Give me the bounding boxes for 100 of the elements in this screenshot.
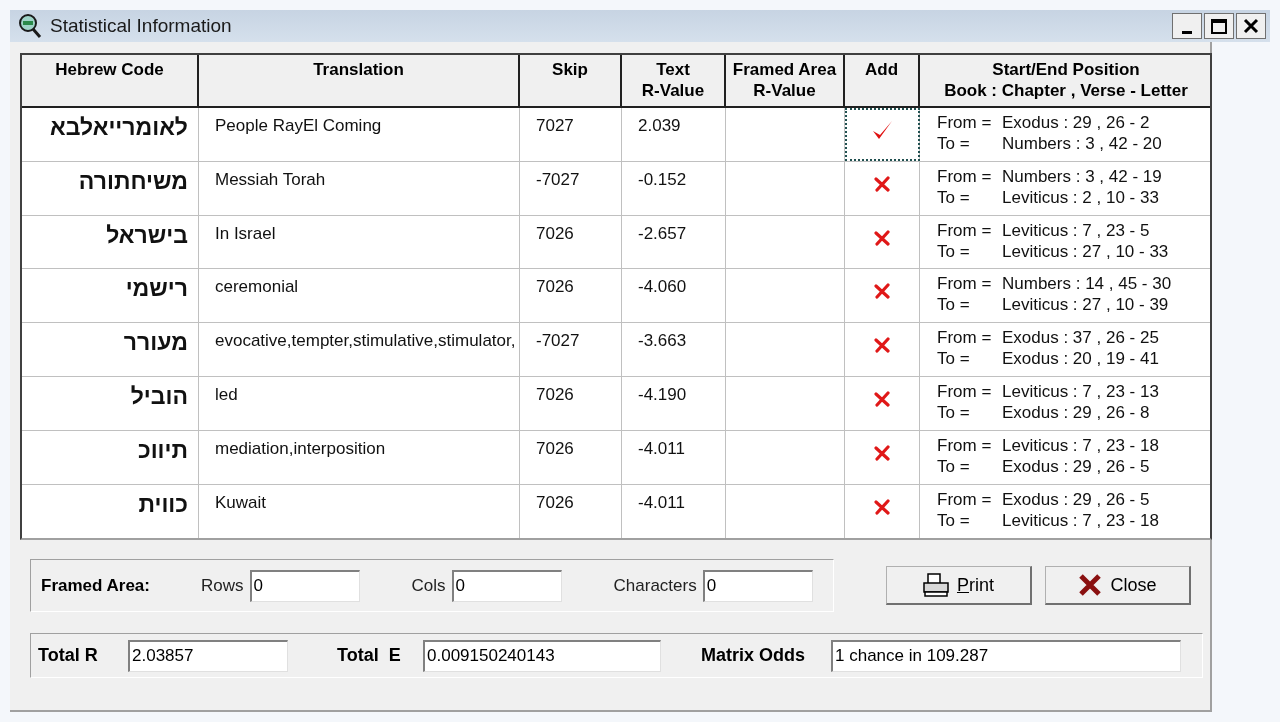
table-cell: 2.039 [622,108,726,161]
maximize-icon [1211,18,1227,34]
table-cell: הוביל [22,377,199,430]
table-cell: -4.011 [622,430,726,484]
position-label: To = [937,294,971,316]
position-value: Leviticus : 7 , 23 - 13 [1002,381,1159,402]
position-value: Numbers : 14 , 45 - 30 [1002,273,1172,295]
table-cell: led [199,377,520,430]
position-value: Leviticus : 7 , 23 - 18 [1002,509,1159,531]
table-cell: -4.060 [622,269,726,323]
column-header[interactable]: Hebrew Code [22,55,199,106]
table-cell: Messiah Torah [199,161,520,215]
column-header[interactable]: Start/End Position Book : Chapter , Verse - Letter [920,55,1212,106]
close-icon [1243,18,1259,34]
total-label: Total R [38,644,99,668]
input-field[interactable]: 0 [451,569,562,602]
position-value: Exodus : 29 , 26 - 2 [1002,112,1150,133]
table-cell: ceremonial [199,269,520,323]
position-label: To = [937,455,971,477]
close-dialog-button[interactable]: Close [1045,566,1191,606]
total-label: Total E [337,644,402,668]
position-value: Leviticus : 2 , 10 - 33 [1002,186,1159,208]
position-label: From = [937,112,993,133]
table-cell: -0.152 [622,161,726,215]
input-field[interactable]: 0.009150240143 [423,639,661,672]
position-value: Exodus : 29 , 26 - 5 [1002,488,1150,510]
position-label: From = [937,165,993,187]
table-cell: -4.011 [622,484,726,539]
position-value: Leviticus : 27 , 10 - 39 [1002,294,1169,316]
input-field[interactable]: 0 [249,569,360,602]
close-icon [1078,573,1103,598]
group-label: Framed Area: [41,575,151,598]
input-field[interactable]: 1 chance in 109.287 [831,639,1181,672]
column-header[interactable]: Translation [199,55,520,106]
cross-icon [874,391,890,407]
table-cell: רישמי [22,269,199,323]
position-label: To = [937,186,971,208]
input-field[interactable]: 0 [702,569,813,602]
table-cell: 7027 [520,108,622,161]
field-label: Cols [411,575,446,598]
column-header[interactable]: Add [845,55,920,106]
table-cell: -7027 [520,323,622,376]
position-value: Leviticus : 7 , 23 - 5 [1002,219,1150,241]
table-cell: People RayEl Coming [199,108,520,161]
table-cell: In Israel [199,215,520,269]
field-label: Characters [613,575,697,598]
cross-icon [874,337,890,354]
printer-icon [923,573,949,598]
position-label: From = [937,273,993,295]
column-header[interactable]: Skip [520,55,622,106]
table-cell: 7026 [520,430,622,484]
minimize-button[interactable] [1172,13,1202,39]
table-cell: evocative,tempter,stimulative,stimulator, [199,323,520,376]
table-cell: לאומרייאלבא [22,108,199,161]
cross-icon [874,283,890,300]
position-label: From = [937,219,993,241]
position-value: Exodus : 20 , 19 - 41 [1002,348,1159,370]
close-button[interactable] [1236,13,1266,39]
position-value: Leviticus : 7 , 23 - 18 [1002,434,1159,456]
column-header[interactable]: Framed Area R-Value [726,55,845,106]
position-label: From = [937,381,993,402]
table-cell: -4.190 [622,377,726,430]
magnifier-icon [18,13,42,39]
column-header[interactable]: Text R-Value [622,55,726,106]
position-label: From = [937,434,993,456]
table-cell: 7026 [520,484,622,539]
cross-icon [874,498,890,515]
table-cell: תיווכ [22,430,199,484]
cross-icon [874,229,890,246]
window-title: Statistical Information [50,13,232,38]
table-cell: בישראל [22,215,199,269]
minimize-icon [1182,31,1192,34]
position-label: To = [937,509,971,531]
position-label: To = [937,240,971,262]
input-field[interactable]: 2.03857 [128,639,288,672]
table-cell: כווית [22,484,199,539]
table-cell: משיחתורה [22,161,199,215]
table-cell: 7026 [520,215,622,269]
table-cell: mediation,interposition [199,430,520,484]
position-label: To = [937,348,971,370]
table-cell[interactable] [845,108,920,161]
position-label: To = [937,133,971,154]
position-value: Exodus : 37 , 26 - 25 [1002,327,1159,349]
position-label: To = [937,402,971,423]
field-label: Rows [201,575,244,598]
position-label: From = [937,488,993,510]
table-cell: 7026 [520,377,622,430]
position-value: Exodus : 29 , 26 - 8 [1002,402,1150,423]
maximize-button[interactable] [1204,13,1234,39]
position-value: Leviticus : 27 , 10 - 33 [1002,240,1169,262]
position-value: Exodus : 29 , 26 - 5 [1002,455,1150,477]
table-cell: -3.663 [622,323,726,376]
total-label: Matrix Odds [701,644,807,668]
table-cell: 7026 [520,269,622,323]
table-cell: -7027 [520,161,622,215]
position-value: Numbers : 3 , 42 - 19 [1002,165,1162,187]
cross-icon [874,444,890,461]
cross-icon [874,175,890,192]
table-cell: -2.657 [622,215,726,269]
print-button[interactable]: Print [886,566,1032,606]
